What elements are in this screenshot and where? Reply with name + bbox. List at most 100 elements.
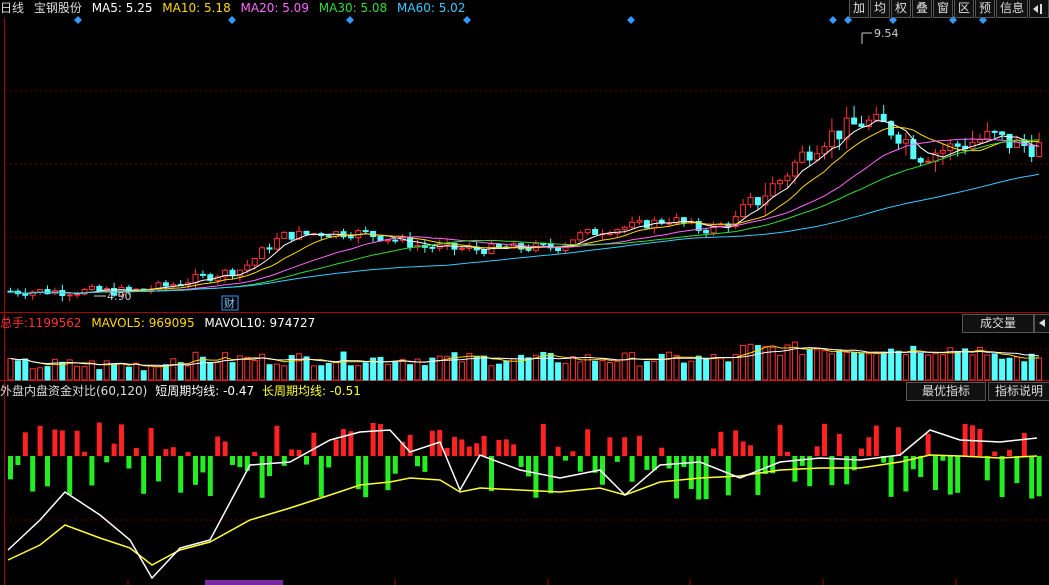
chevron-left-icon[interactable] (1034, 314, 1049, 333)
volume-bar (828, 353, 835, 381)
indicator-bar-positive (570, 451, 576, 456)
volume-bar (962, 348, 969, 381)
indicator-bar-negative (674, 456, 679, 499)
candle-body (836, 130, 843, 140)
volume-bar (643, 361, 650, 381)
volume-bar (584, 354, 591, 381)
indicator-bar-negative (577, 456, 583, 472)
candle-body (288, 231, 295, 240)
volume-bar (14, 360, 21, 381)
indicator-bar-positive (503, 439, 509, 456)
ma30-label: MA30: 5.08 (318, 1, 388, 15)
volume-bar (562, 363, 569, 381)
ma20-label: MA20: 5.09 (240, 1, 309, 15)
candle-body (162, 282, 169, 287)
indicator-bar-positive (859, 448, 864, 456)
indicator-bar-positive (585, 429, 591, 456)
time-axis (127, 579, 957, 585)
ma5-label: MA5: 5.25 (91, 1, 153, 15)
candle-body (821, 146, 828, 155)
financial-report-label: 财 (224, 296, 235, 310)
candle-body (769, 183, 776, 197)
exit-icon[interactable] (1029, 0, 1049, 18)
indicator-bar-negative (999, 456, 1005, 498)
indicator-bar-positive (370, 422, 376, 456)
volume-bar (991, 353, 998, 381)
best-indicator-button[interactable]: 最优指标 (906, 382, 986, 401)
candle-body (984, 130, 991, 140)
indicator-bar-positive (496, 439, 502, 456)
candle-body (895, 134, 902, 144)
indicator-bar-negative (807, 456, 813, 487)
candle-body (392, 239, 399, 242)
candle-body (251, 258, 258, 266)
volume-bar (74, 365, 81, 381)
indicator-bar-negative (363, 456, 369, 498)
volume-bar (118, 363, 125, 381)
chart-area[interactable]: 9.54 4.90 财 (0, 0, 1049, 585)
indicator-bar-positive (481, 435, 487, 456)
selected-range[interactable] (205, 580, 283, 585)
short-ma-value: -0.47 (223, 384, 255, 398)
indicator-bar-negative (518, 456, 524, 467)
indicator-bar-positive (289, 449, 295, 456)
candle-body (754, 197, 761, 206)
volume-bar (251, 359, 258, 381)
indicator-bar-negative (193, 456, 198, 485)
volume-bar (229, 362, 236, 381)
volume-bar (44, 366, 51, 381)
candle-body (74, 293, 81, 296)
indicator-help-button[interactable]: 指标说明 (988, 382, 1049, 401)
indicator-bar-positive (163, 449, 169, 456)
candle-body (170, 284, 177, 287)
volume-bar (473, 356, 480, 381)
info-button[interactable]: 信息 (996, 0, 1028, 18)
indicator-bar-positive (296, 449, 302, 456)
volume-indicator-select[interactable]: 成交量 (962, 314, 1034, 333)
average-button[interactable]: 均 (870, 0, 890, 18)
volume-bar (836, 350, 843, 381)
volume-bar (214, 362, 221, 381)
range-button[interactable]: 区 (954, 0, 974, 18)
volume-bar (22, 358, 29, 381)
ma60-line (10, 173, 1040, 294)
indicator-name[interactable]: 外盘内盘资金对比(60,120) (0, 384, 147, 398)
volume-bar (621, 352, 628, 381)
indicator-bar-positive (333, 439, 339, 456)
volume-bar (969, 354, 976, 381)
indicator-bar-positive (622, 437, 628, 456)
indicator-bar-negative (629, 456, 635, 482)
price-header: 日线 宝钢股份 MA5: 5.25 MA10: 5.18 MA20: 5.09 … (0, 0, 850, 18)
indicator-bar-negative (1014, 456, 1020, 484)
candle-body (806, 151, 813, 161)
overlay-button[interactable]: 叠 (912, 0, 932, 18)
volume-bar (895, 350, 902, 381)
volume-bar (843, 351, 850, 381)
candle-body (481, 249, 488, 255)
volume-bar (954, 350, 961, 381)
volume-bar (495, 363, 502, 381)
indicator-bar-positive (511, 444, 517, 456)
volume-bar (762, 345, 769, 381)
indicator-bar-positive (222, 441, 228, 456)
volume-bar (458, 361, 465, 381)
candle-body (880, 113, 887, 123)
alert-button[interactable]: 预 (975, 0, 995, 18)
indicator-bar-positive (407, 434, 413, 456)
indicator-bar-positive (659, 447, 665, 456)
volume-bar (244, 356, 251, 381)
volume-bar (310, 365, 317, 381)
rights-button[interactable]: 权 (891, 0, 911, 18)
financial-report-marker[interactable]: 财 (221, 295, 239, 311)
indicator-bar-negative (933, 456, 938, 491)
indicator-bar-positive (637, 435, 642, 456)
candle-body (747, 197, 754, 206)
volume-bar (984, 354, 991, 381)
volume-bar (769, 347, 776, 381)
indicator-bar-negative (141, 456, 147, 494)
candle-body (799, 151, 806, 163)
add-button[interactable]: 加 (849, 0, 869, 18)
period-label[interactable]: 日线 (0, 1, 24, 15)
indicator-bar-negative (888, 456, 894, 497)
window-button[interactable]: 窗 (933, 0, 953, 18)
